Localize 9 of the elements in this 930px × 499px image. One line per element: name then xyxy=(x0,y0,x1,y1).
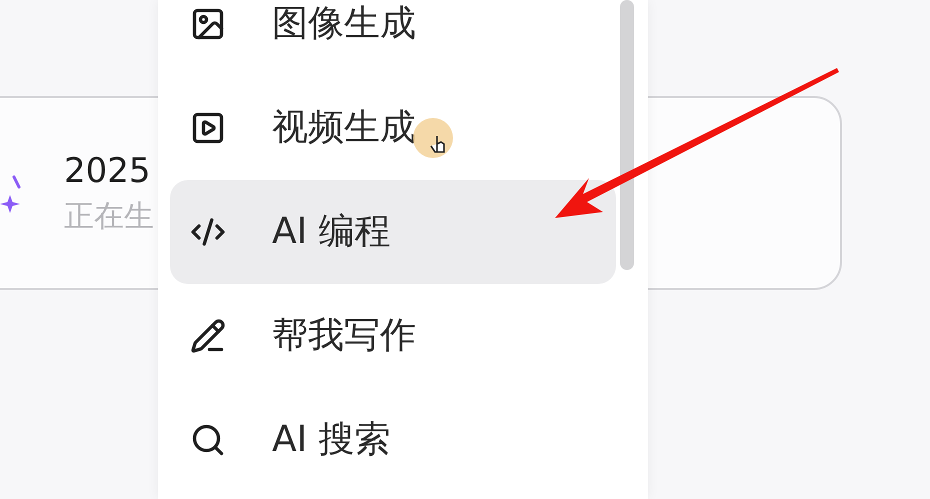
search-icon xyxy=(190,422,226,458)
sparkle-icon xyxy=(0,173,22,213)
play-icon xyxy=(190,110,226,146)
pencil-icon xyxy=(190,318,226,354)
card-subtitle: 正在生 xyxy=(64,202,154,232)
card-title: 2025 xyxy=(64,154,152,188)
scrollbar[interactable] xyxy=(620,0,634,270)
image-icon xyxy=(190,6,226,42)
menu-item[interactable]: AI 编程 xyxy=(170,180,616,284)
